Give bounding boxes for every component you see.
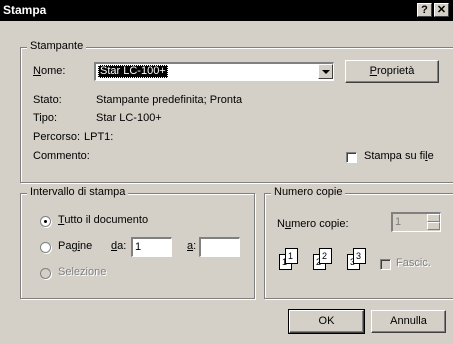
help-button[interactable]: ? [417, 3, 432, 17]
printer-group-label: Stampante [27, 40, 87, 52]
type-label: Tipo: [33, 112, 58, 124]
cancel-button[interactable]: Annulla [371, 310, 446, 333]
status-label: Stato: [33, 94, 62, 106]
page-icon: 3 [353, 248, 366, 264]
printer-name-label: Nome: [33, 65, 66, 77]
window-title: Stampa [3, 3, 47, 17]
comment-label: Commento: [33, 150, 90, 162]
ok-button[interactable]: OK [288, 309, 365, 334]
all-document-label: Tutto il documento [58, 214, 149, 226]
page-icon: 1 [285, 248, 298, 264]
selection-radio[interactable] [40, 268, 51, 279]
to-page-field[interactable] [199, 237, 240, 257]
copies-count-field[interactable]: 1 [391, 212, 441, 232]
spin-up-icon[interactable] [427, 214, 440, 222]
print-to-file-label: Stampa su file [364, 150, 434, 162]
chevron-down-icon[interactable] [318, 64, 333, 79]
page-icon: 2 [319, 248, 332, 264]
close-button[interactable]: ✕ [434, 3, 449, 17]
pages-label: Pagine [58, 240, 93, 252]
selection-label: Selezione [58, 266, 107, 278]
pages-radio[interactable] [40, 242, 51, 253]
copies-count-label: Numero copie: [277, 218, 349, 230]
path-value: LPT1: [84, 131, 114, 143]
from-label: da: [111, 240, 127, 252]
print-range-group-label: Intervallo di stampa [27, 186, 129, 198]
to-label: a: [187, 240, 197, 252]
print-to-file-checkbox[interactable] [346, 152, 357, 163]
printer-name-combo[interactable]: Star LC-100+ [94, 62, 334, 81]
collate-checkbox[interactable] [380, 259, 391, 270]
from-page-field[interactable]: 1 [131, 237, 172, 257]
path-label: Percorso: [33, 131, 81, 143]
copies-group: Numero copie [264, 186, 453, 299]
type-value: Star LC-100+ [96, 112, 162, 124]
status-value: Stampante predefinita; Pronta [96, 94, 243, 106]
printer-name-value: Star LC-100+ [98, 65, 168, 78]
collate-label: Fascic. [396, 257, 431, 269]
all-document-radio[interactable] [40, 216, 51, 227]
title-bar: Stampa ? ✕ [0, 0, 453, 21]
copies-count-value: 1 [395, 216, 402, 228]
spin-down-icon[interactable] [427, 222, 440, 230]
copies-group-label: Numero copie [271, 186, 346, 198]
properties-button[interactable]: Proprietà [345, 60, 439, 83]
